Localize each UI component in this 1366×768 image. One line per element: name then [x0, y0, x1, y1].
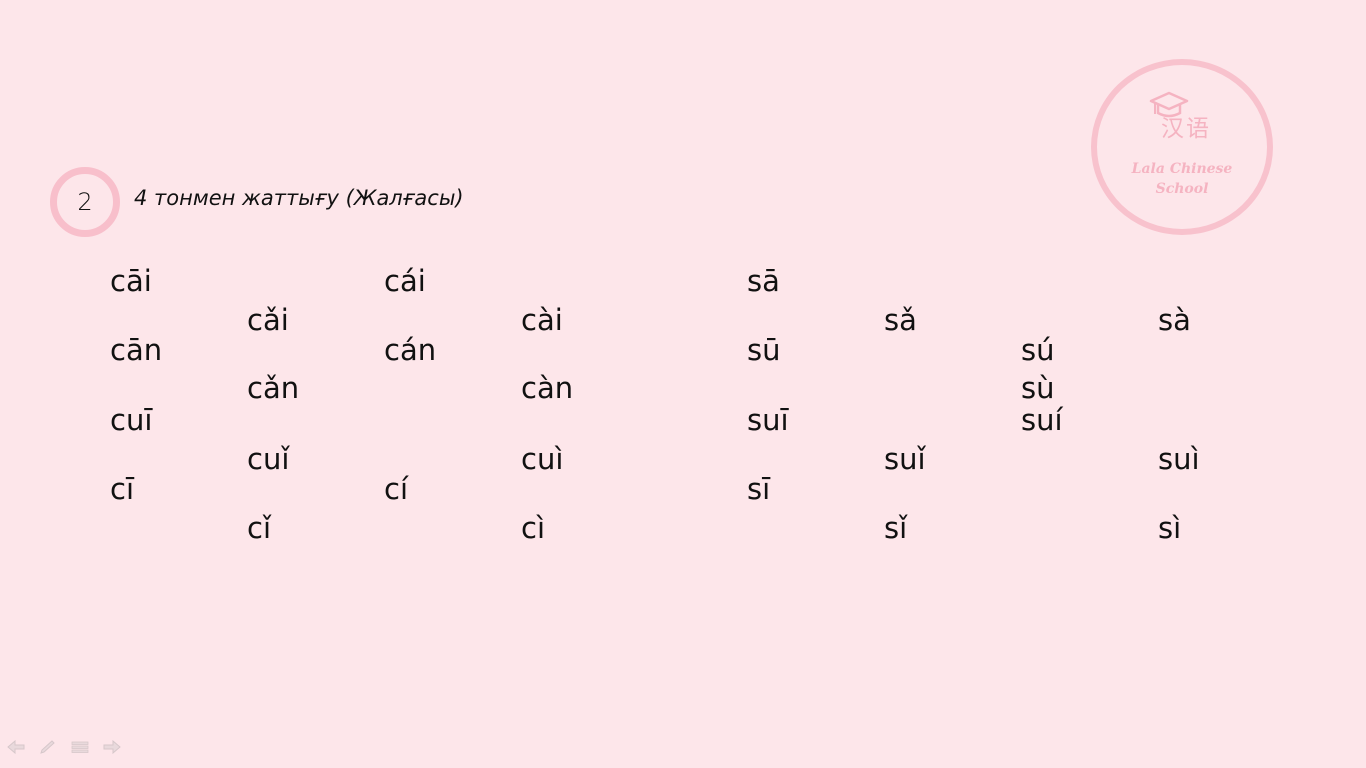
syllable-sui2: suí: [1021, 403, 1063, 437]
syllable-cai4: cài: [521, 303, 563, 337]
pen-icon: [40, 740, 55, 754]
syllable-si3: sǐ: [884, 511, 908, 545]
section-number-badge: 2: [50, 167, 120, 237]
syllable-ci3: cǐ: [247, 511, 272, 545]
syllable-su4: sù: [1021, 371, 1055, 405]
syllable-can2: cán: [384, 333, 437, 367]
logo-school-name: Lala Chinese School: [1097, 159, 1267, 199]
syllable-sui3: suǐ: [884, 442, 926, 476]
syllable-ci2: cí: [384, 472, 409, 506]
logo-school-line2: School: [1155, 181, 1209, 197]
syllable-ci4: cì: [521, 511, 546, 545]
syllable-sui1: suī: [747, 403, 789, 437]
syllable-can4: càn: [521, 371, 574, 405]
syllable-sa1: sā: [747, 264, 780, 298]
syllable-sui4: suì: [1158, 442, 1200, 476]
section-title: 4 тонмен жаттығу (Жалғасы): [134, 186, 464, 210]
syllable-si1: sī: [747, 472, 771, 506]
syllable-su1: sū: [747, 333, 781, 367]
syllable-sa4: sà: [1158, 303, 1191, 337]
syllable-sa3: sǎ: [884, 303, 917, 337]
syllable-can1: cān: [110, 333, 163, 367]
next-slide-icon: [103, 740, 121, 754]
prev-slide-icon: [7, 740, 25, 754]
syllable-cai3: cǎi: [247, 303, 289, 337]
menu-icon: [71, 741, 89, 753]
syllable-cui3: cuǐ: [247, 442, 290, 476]
syllable-cai2: cái: [384, 264, 426, 298]
syllable-can3: cǎn: [247, 371, 300, 405]
slideshow-controls: [6, 738, 122, 756]
syllable-si4: sì: [1158, 511, 1182, 545]
slide: 2 4 тонмен жаттығу (Жалғасы) 汉语 Lala Chi…: [0, 0, 1366, 768]
syllable-su2: sú: [1021, 333, 1055, 367]
next-slide-button[interactable]: [102, 738, 122, 756]
syllable-cui1: cuī: [110, 403, 153, 437]
prev-slide-button[interactable]: [6, 738, 26, 756]
logo-school-line1: Lala Chinese: [1131, 161, 1233, 177]
school-logo: 汉语 Lala Chinese School: [1091, 59, 1273, 235]
syllable-cai1: cāi: [110, 264, 152, 298]
syllable-ci1: cī: [110, 472, 135, 506]
pen-button[interactable]: [38, 738, 58, 756]
logo-hanzi: 汉语: [1161, 116, 1211, 142]
section-number: 2: [77, 188, 93, 216]
syllable-cui4: cuì: [521, 442, 564, 476]
menu-button[interactable]: [70, 738, 90, 756]
